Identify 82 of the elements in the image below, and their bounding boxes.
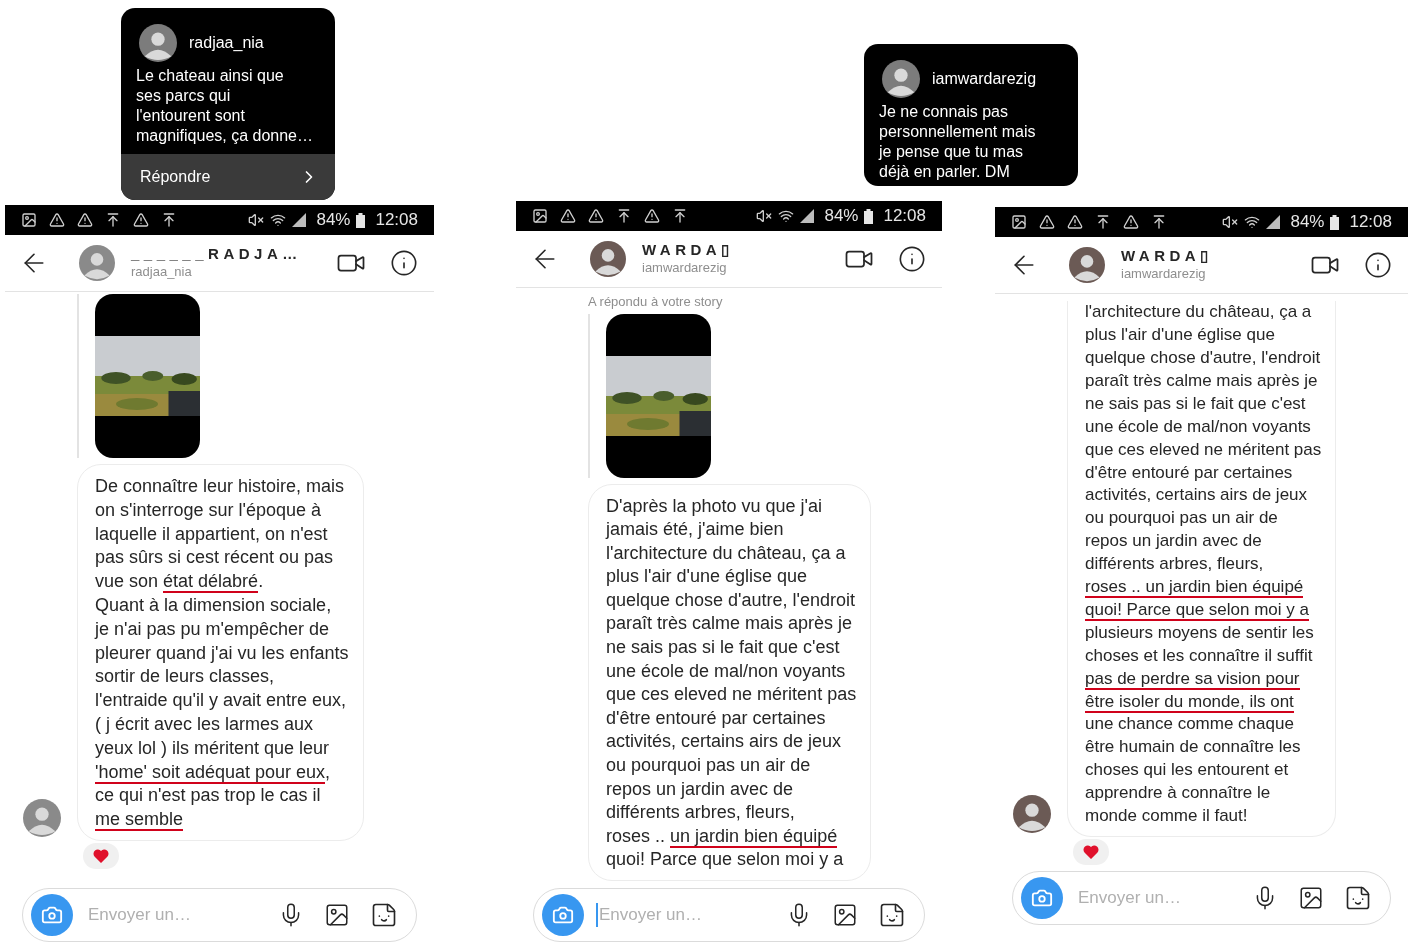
sender-avatar [882, 60, 920, 98]
wifi-icon [270, 212, 287, 228]
contact-name: WARDA▯ [642, 241, 734, 259]
upload-icon [105, 212, 121, 228]
battery-icon [1330, 214, 1340, 230]
wifi-icon [778, 208, 795, 224]
contact-name: WARDA▯ [1121, 247, 1213, 265]
camera-icon [552, 904, 574, 926]
info-icon[interactable] [1364, 251, 1392, 279]
composer-placeholder: Envoyer un… [599, 904, 702, 927]
message-text: D'après la photo vu que j'ai jamais été, j'aime bien l'architecture du château, ça a plus l'air d'une église que quelque chose d'autre, l'endroit paraît très calme mais après je ne sais pas si le fait que c'est une école de mal/non voyants que ces eleved ne méritent pas d'être entouré par certaines activités, certains airs de jeux ou pourquoi pas un air de repos un jardin avec de différents arbres, fleurs, roses .. un jardin bien équipé quoi! Parce que selon moi y a [606, 494, 857, 872]
upload-icon [1151, 214, 1167, 230]
battery-icon [864, 208, 874, 224]
contact-name: ______RADJA… [131, 245, 302, 263]
camera-button[interactable] [31, 894, 73, 936]
upload-icon [1095, 214, 1111, 230]
warning-icon [1123, 214, 1139, 230]
wifi-icon [1244, 214, 1261, 230]
image-icon [532, 208, 548, 224]
image-icon [1011, 214, 1027, 230]
reply-button[interactable]: Répondre [121, 154, 335, 200]
sender-avatar [1013, 795, 1051, 833]
avatar [590, 241, 626, 277]
story-thumbnail[interactable] [606, 313, 711, 478]
contact-username: radjaa_nia [131, 263, 193, 281]
avatar [1069, 247, 1105, 283]
camera-button[interactable] [1021, 877, 1063, 919]
sticker-icon[interactable] [1344, 884, 1372, 912]
mute-icon [1222, 214, 1239, 230]
notification-username: iamwardarezig [932, 69, 1037, 89]
message-text: l'architecture du château, ça a plus l'air d'une église que quelque chose d'autre, l'endroit paraît très calme mais après je ne sais pas si le fait que c'est une école de mal/non voyants que ces eleved ne méritent pas d'être entouré par certaines activités, certains airs de jeux ou pourquoi pas un air de repos un jardin avec de différents arbres, fleurs, roses .. un jardin bien équipé quoi! Parce que selon moi y a plusieurs moyens de sentir les choses et les connaître il suffit pas de perdre sa vision pour être isoler du monde, ils ont une chance comme chaque être humain de connaître les choses qui les entourent et apprendre à connaître le monde comme il faut! [1085, 301, 1322, 828]
upload-icon [672, 208, 688, 224]
sender-avatar [23, 798, 61, 837]
message-text: De connaître leur histoire, mais on s'interroge sur l'époque à laquelle il appartient, on n'est pas sûrs si cest récent ou pas vue son état délabré. Quant à la dimension sociale, je n'ai pas pu m'empêcher de pleurer quand j'ai vu les enfants sortir de leurs classes, l'entraide qu'il y avait entre eux, ( j écrit avec les larmes aux yeux lol ) ils méritent que leur 'home' soit adéquat pour eux, ce qui n'est pas trop le cas il me semble [95, 475, 349, 832]
upload-icon [161, 212, 177, 228]
heart-icon [93, 848, 109, 863]
contact-username: iamwardarezig [1121, 265, 1207, 283]
warning-icon [49, 212, 65, 228]
notification-username: radjaa_nia [189, 33, 264, 53]
warning-icon [1039, 214, 1055, 230]
upload-icon [616, 208, 632, 224]
battery-icon [356, 212, 366, 228]
contact-username: iamwardarezig [642, 259, 728, 277]
signal-icon [292, 213, 307, 227]
heart-icon [1083, 845, 1099, 859]
avatar [79, 245, 115, 281]
camera-button[interactable] [542, 894, 584, 936]
message-notification[interactable]: iamwardarezig Je ne connais pas personnellement mais je pense que tu mas déjà en parler. DM [864, 44, 1078, 186]
image-icon [21, 212, 37, 228]
warning-icon [644, 208, 660, 224]
battery-percent: 84% [824, 205, 859, 228]
warning-icon [77, 212, 93, 228]
story-thumbnail[interactable] [95, 294, 200, 458]
gallery-icon[interactable] [832, 902, 858, 928]
camera-icon [1031, 887, 1053, 909]
warning-icon [1067, 214, 1083, 230]
warning-icon [588, 208, 604, 224]
story-reply-note: A répondu à votre story [588, 293, 724, 311]
signal-icon [1266, 215, 1281, 229]
notification-text: Le chateau ainsi que ses parcs qui l'entourent sont magnifiques, ça donne… [135, 66, 314, 146]
info-icon[interactable] [898, 245, 926, 273]
composer-placeholder: Envoyer un… [1078, 887, 1181, 910]
clock: 12:08 [375, 209, 418, 232]
sender-avatar [139, 24, 177, 62]
clock: 12:08 [883, 205, 926, 228]
signal-icon [800, 209, 815, 223]
battery-percent: 84% [1290, 211, 1325, 234]
message-notification[interactable]: radjaa_nia Le chateau ainsi que ses parcs qui l'entourent sont magnifiques, ça donne… Répondre [121, 8, 335, 200]
sticker-icon[interactable] [878, 901, 906, 929]
warning-icon [133, 212, 149, 228]
composer-placeholder: Envoyer un… [88, 904, 191, 927]
notification-text: Je ne connais pas personnellement mais je pense que tu mas déjà en parler. DM [877, 102, 1037, 182]
sticker-icon[interactable] [370, 901, 398, 929]
mute-icon [248, 212, 265, 228]
gallery-icon[interactable] [1298, 885, 1324, 911]
mute-icon [756, 208, 773, 224]
camera-icon [41, 904, 63, 926]
battery-percent: 84% [316, 209, 351, 232]
gallery-icon[interactable] [324, 902, 350, 928]
warning-icon [560, 208, 576, 224]
clock: 12:08 [1349, 211, 1392, 234]
info-icon[interactable] [390, 249, 418, 277]
